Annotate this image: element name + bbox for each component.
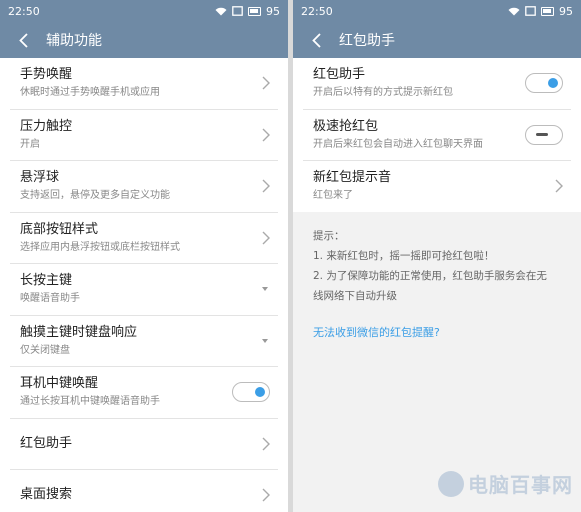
app-bar: 辅助功能 <box>0 22 288 58</box>
tips-section: 提示： 1. 来新红包时，摇一摇即可抢红包啦！ 2. 为了保障功能的正常使用，红… <box>293 211 581 340</box>
setting-desktop-search[interactable]: 桌面搜索 <box>0 470 288 512</box>
earphone-wake-toggle[interactable] <box>232 382 270 403</box>
settings-list: 红包助手 开启后以特有的方式提示新红包 极速抢红包 开启后来红包会自动进入红包聊… <box>293 58 581 212</box>
accessibility-screen: 22:50 95 辅助功能 手势唤醒 休眠时通过手势唤醒手机或应用 压力触控 开… <box>0 0 288 512</box>
page-title: 辅助功能 <box>46 33 102 49</box>
screen-frame-icon <box>525 6 536 16</box>
wifi-icon <box>215 7 227 16</box>
setting-label: 桌面搜索 <box>20 487 73 503</box>
app-bar: 红包助手 <box>293 22 581 58</box>
chevron-right-icon <box>262 231 270 245</box>
wifi-icon <box>508 7 520 16</box>
setting-description: 仅关闭键盘 <box>20 344 70 356</box>
setting-earphone-wake[interactable]: 耳机中键唤醒 通过长按耳机中键唤醒语音助手 <box>0 367 288 418</box>
status-bar: 22:50 95 <box>0 0 288 22</box>
tip-line: 1. 来新红包时，摇一摇即可抢红包啦！ <box>313 249 495 262</box>
setting-label: 红包助手 <box>20 435 73 451</box>
battery-level: 95 <box>266 4 280 18</box>
dropdown-arrow-icon <box>262 338 268 343</box>
setting-bottom-button-style[interactable]: 底部按钮样式 选择应用内悬浮按钮或底栏按钮样式 <box>0 213 288 264</box>
toggle-knob <box>548 78 558 89</box>
status-icons: 95 <box>508 5 573 18</box>
setting-label: 手势唤醒 <box>20 67 73 82</box>
battery-icon <box>541 6 554 16</box>
setting-label: 压力触控 <box>20 118 73 134</box>
screen-frame-icon <box>232 6 243 16</box>
tip-line: 2. 为了保障功能的正常使用，红包助手服务会在无 <box>313 269 547 282</box>
battery-level: 95 <box>559 4 573 18</box>
setting-description: 唤醒语音助手 <box>20 293 80 304</box>
watermark-logo-icon <box>438 470 464 497</box>
setting-label: 底部按钮样式 <box>20 221 99 237</box>
chevron-right-icon <box>262 76 270 90</box>
setting-description: 支持返回，悬停及更多自定义功能 <box>20 190 170 201</box>
toggle-knob <box>255 387 265 398</box>
setting-label: 悬浮球 <box>20 170 60 185</box>
setting-description: 开启 <box>20 138 40 150</box>
wechat-reminder-help-link[interactable]: 无法收到微信的红包提醒? <box>313 324 561 340</box>
status-time: 22:50 <box>8 4 40 18</box>
setting-floating-ball[interactable]: 悬浮球 支持返回，悬停及更多自定义功能 <box>0 161 288 212</box>
chevron-right-icon <box>555 179 563 193</box>
back-arrow-icon[interactable] <box>307 31 325 49</box>
page-title: 红包助手 <box>339 33 395 49</box>
hongbao-assistant-screen: 22:50 95 红包助手 红包助手 开启后以特有的方式提示新红包 极速抢红包 … <box>293 0 581 512</box>
chevron-right-icon <box>262 437 270 451</box>
status-bar: 22:50 95 <box>293 0 581 22</box>
battery-icon <box>248 6 261 16</box>
status-icons: 95 <box>215 5 280 18</box>
setting-label: 长按主键 <box>20 273 73 288</box>
toggle-knob <box>536 133 548 137</box>
setting-description: 休眠时通过手势唤醒手机或应用 <box>20 87 160 98</box>
setting-description: 红包来了 <box>313 190 353 201</box>
watermark: 电脑百事网 <box>438 469 573 498</box>
settings-list: 手势唤醒 休眠时通过手势唤醒手机或应用 压力触控 开启 悬浮球 支持返回，悬停及… <box>0 58 288 512</box>
chevron-right-icon <box>262 128 270 142</box>
setting-hongbao-assistant-switch[interactable]: 红包助手 开启后以特有的方式提示新红包 <box>293 58 581 109</box>
setting-long-press-home[interactable]: 长按主键 唤醒语音助手 <box>0 264 288 315</box>
dropdown-arrow-icon <box>262 287 268 292</box>
setting-gesture-wake[interactable]: 手势唤醒 休眠时通过手势唤醒手机或应用 <box>0 58 288 109</box>
setting-label: 新红包提示音 <box>313 170 392 185</box>
tip-line: 线网络下自动升级 <box>313 289 397 302</box>
back-arrow-icon[interactable] <box>14 31 32 49</box>
setting-hongbao-assistant[interactable]: 红包助手 <box>0 419 288 470</box>
setting-label: 触摸主键时键盘响应 <box>20 324 138 340</box>
chevron-right-icon <box>262 488 270 502</box>
setting-pressure-touch[interactable]: 压力触控 开启 <box>0 110 288 161</box>
hongbao-assistant-toggle[interactable] <box>525 73 563 94</box>
setting-description: 选择应用内悬浮按钮或底栏按钮样式 <box>20 241 180 253</box>
setting-touch-home-keyboard[interactable]: 触摸主键时键盘响应 仅关闭键盘 <box>0 316 288 367</box>
setting-notification-sound[interactable]: 新红包提示音 红包来了 <box>293 161 581 212</box>
fast-grab-toggle[interactable] <box>525 124 563 145</box>
watermark-text: 电脑百事网 <box>468 473 573 497</box>
tip-heading: 提示： <box>313 229 345 242</box>
chevron-right-icon <box>262 179 270 193</box>
status-time: 22:50 <box>301 4 333 18</box>
setting-fast-grab[interactable]: 极速抢红包 开启后来红包会自动进入红包聊天界面 <box>293 110 581 161</box>
